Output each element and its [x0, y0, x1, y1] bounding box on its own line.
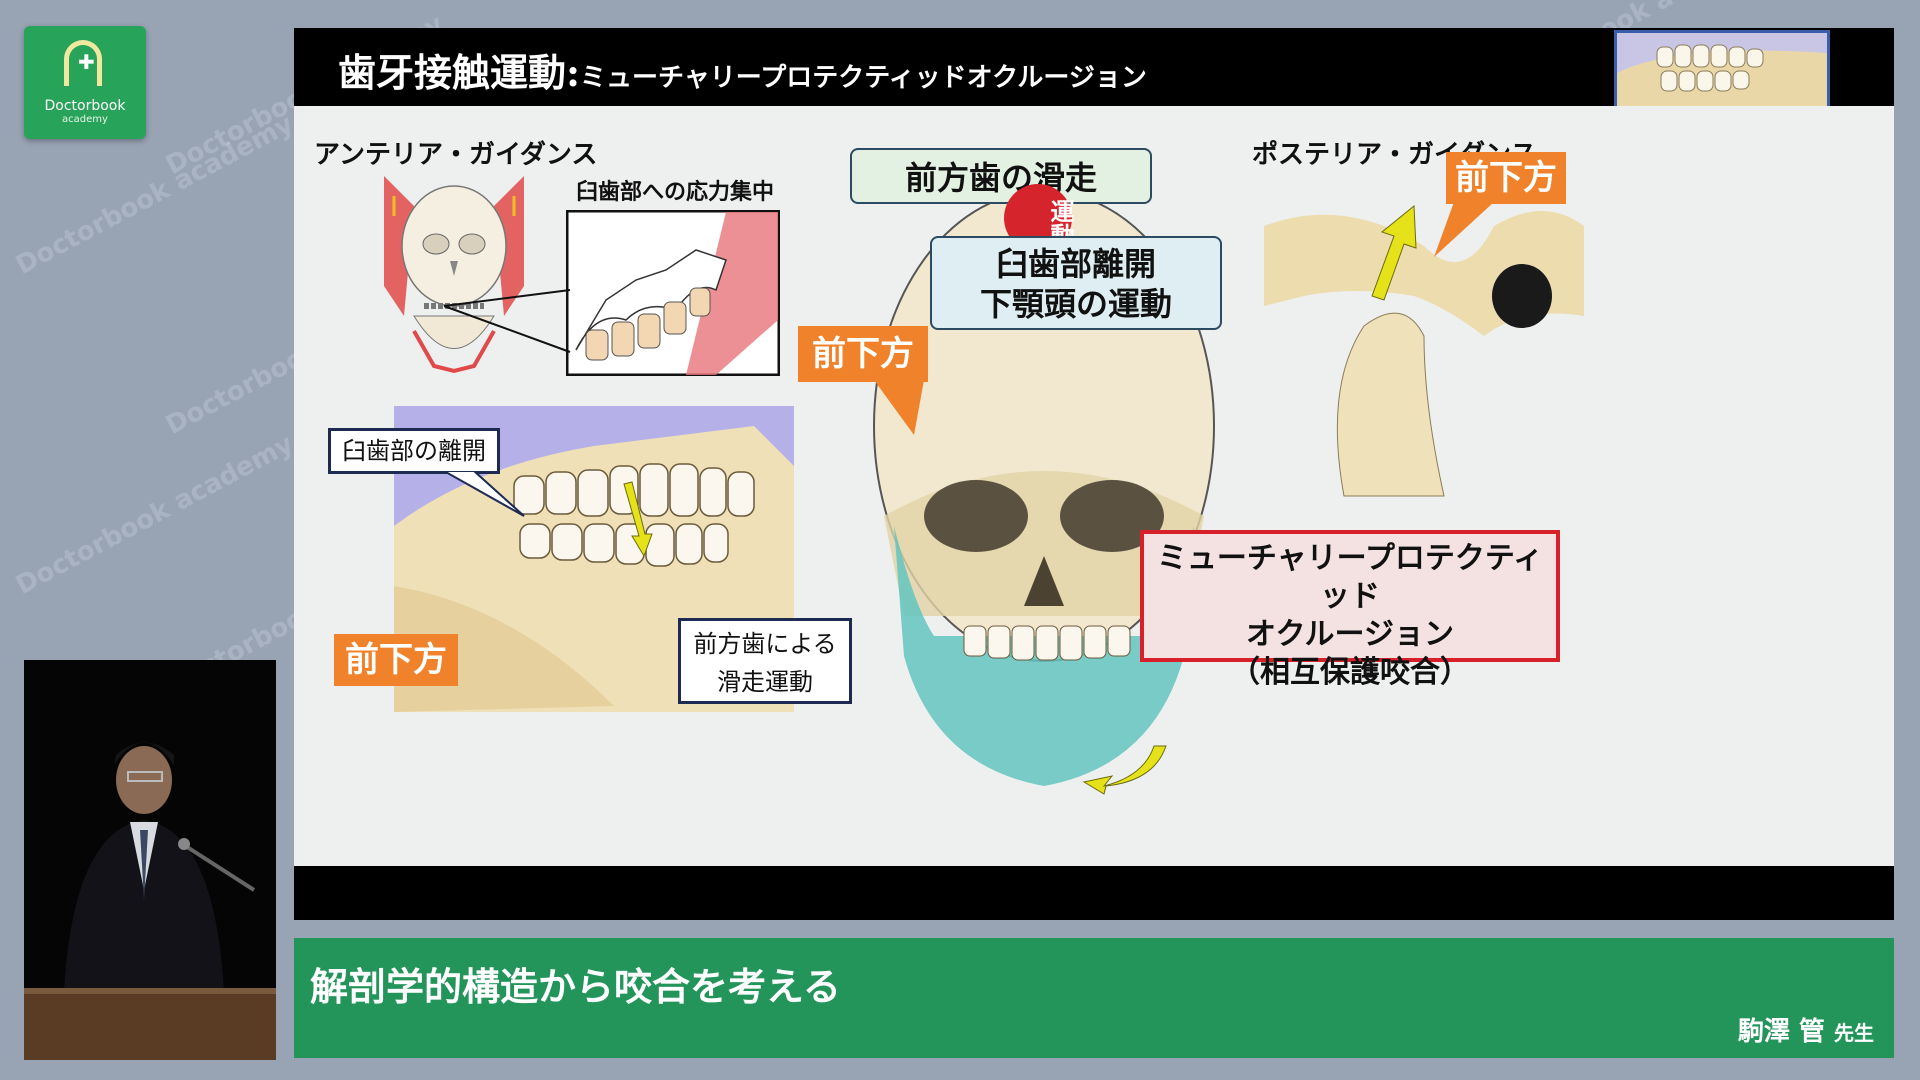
tag-pointer: [874, 380, 924, 435]
mutually-protected-occlusion-box: ミューチャリープロテクティッド オクルージョン （相互保護咬合）: [1140, 530, 1560, 690]
condyle-motion: 下顎頭の運動: [979, 285, 1172, 323]
molar-separation-callout: 臼歯部の離開: [328, 428, 500, 474]
molar-separation-text: 臼歯部の離開: [342, 437, 486, 465]
sliding-motion-line2: 滑走運動: [717, 668, 813, 696]
mpo-line3: （相互保護咬合）: [1230, 655, 1470, 690]
slide-title: 歯牙接触運動:ミューチャリープロテクティッドオクルージョン: [338, 42, 1147, 97]
presentation-slide: 歯牙接触運動:ミューチャリープロテクティッドオクルージョン アンテリア・ガイダン…: [294, 28, 1894, 920]
slide-title-sub: ミューチャリープロテクティッドオクルージョン: [580, 63, 1147, 93]
sliding-motion-line1: 前方歯による: [693, 630, 837, 658]
presenter-name: 駒澤 管 先生: [1738, 1011, 1874, 1048]
sliding-motion-callout: 前方歯による 滑走運動: [678, 618, 852, 704]
presenter-text: 駒澤 管: [1737, 1017, 1825, 1047]
caption-bar: 解剖学的構造から咬合を考える 駒澤 管 先生: [294, 938, 1894, 1058]
speaker-video: [24, 660, 276, 1060]
forward-down-tag-3: 前下方: [1446, 152, 1566, 204]
inset-pointer-lines: [444, 289, 571, 353]
logo-name: Doctorbook: [44, 98, 126, 114]
logo-subname: academy: [62, 114, 108, 125]
molar-separation-motion: 臼歯部離開: [995, 245, 1156, 283]
watermark-text: Doctorbook academy: [11, 429, 299, 601]
stress-concentration-label: 臼歯部への応力集中: [576, 179, 775, 205]
forward-down-tag-1: 前下方: [334, 634, 458, 686]
presenter-suffix: 先生: [1834, 1021, 1874, 1045]
plus-icon: ✚: [78, 50, 95, 74]
thumbnail-image: [1614, 30, 1830, 110]
mpo-line2: オクルージョン: [1246, 617, 1454, 652]
tag-pointer-2: [1434, 202, 1494, 257]
slide-title-main: 歯牙接触運動:: [338, 50, 581, 95]
callout-arrow-line: [444, 471, 525, 517]
slide-content: アンテリア・ガイダンス 臼歯部への応力集中 臼歯部の離開 前方歯による 滑走運動…: [294, 106, 1894, 866]
lecture-title: 解剖学的構造から咬合を考える: [310, 965, 841, 1009]
forward-down-tag-2: 前下方: [798, 326, 928, 382]
molar-condyle-box: 臼歯部離開 下顎頭の運動: [930, 236, 1222, 330]
doctorbook-logo[interactable]: ✚ Doctorbook academy: [24, 26, 146, 139]
anterior-sliding-label: 前方歯の滑走: [850, 148, 1152, 204]
mpo-line1: ミューチャリープロテクティッド: [1156, 541, 1544, 614]
tmj-illustration: [1264, 186, 1584, 506]
molar-stress-inset: [566, 210, 780, 376]
